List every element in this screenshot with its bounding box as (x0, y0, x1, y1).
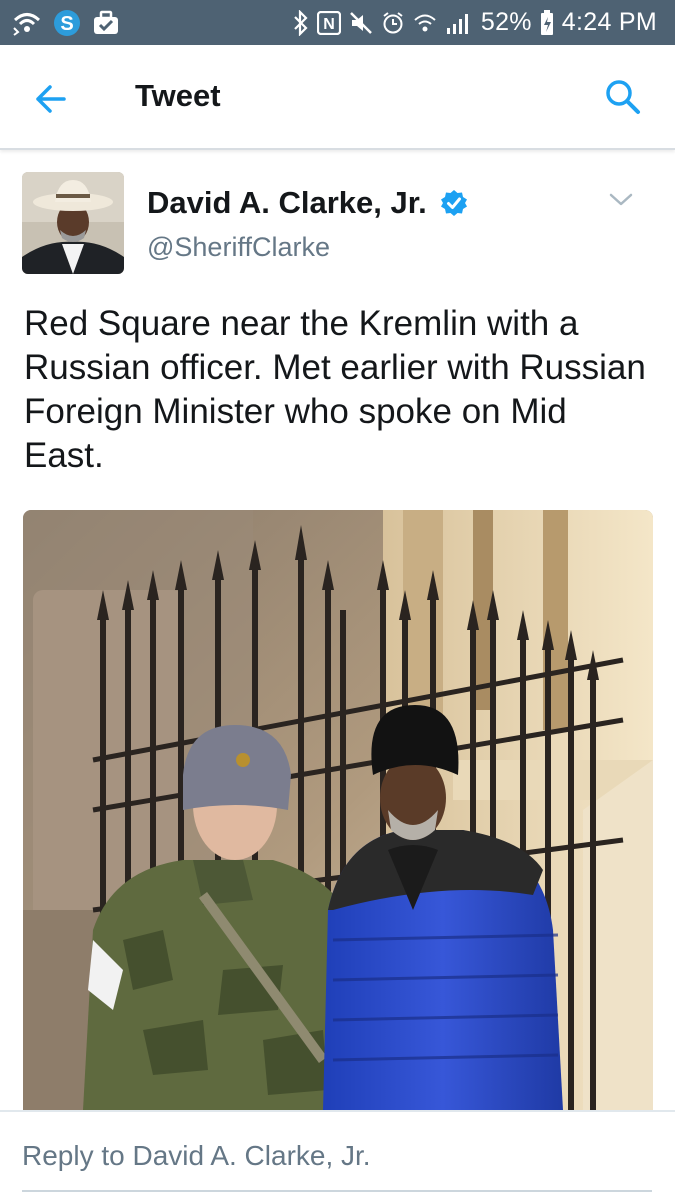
sync-icon: S (52, 8, 82, 38)
status-bar: S N 52% 4:24 PM (0, 0, 675, 45)
svg-text:N: N (323, 16, 335, 33)
arrow-left-icon (36, 85, 66, 113)
avatar-photo (22, 172, 124, 274)
briefcase-icon (92, 10, 120, 36)
back-button[interactable] (30, 79, 70, 119)
signal-icon (445, 11, 473, 35)
svg-text:S: S (60, 13, 73, 35)
avatar[interactable] (22, 172, 124, 274)
reply-bar: Reply to David A. Clarke, Jr. (0, 1110, 675, 1200)
chevron-down-icon (609, 193, 633, 206)
alarm-icon (381, 11, 405, 35)
verified-badge-icon (440, 189, 468, 217)
app-bar: Tweet (0, 45, 675, 150)
battery-percent: 52% (480, 8, 532, 36)
tweet-photo-image (23, 510, 653, 1110)
mute-icon (349, 11, 373, 35)
nfc-icon: N (316, 10, 341, 35)
status-bar-left: S (12, 8, 120, 38)
bluetooth-icon (293, 9, 309, 36)
reply-input[interactable]: Reply to David A. Clarke, Jr. (22, 1140, 652, 1188)
author-name[interactable]: David A. Clarke, Jr. (147, 185, 427, 221)
battery-icon (540, 9, 554, 36)
wifi-icon (413, 11, 437, 35)
tweet-photo[interactable] (23, 510, 653, 1110)
clock-time: 4:24 PM (561, 8, 657, 36)
reply-input-underline (22, 1190, 652, 1192)
search-button[interactable] (603, 77, 643, 117)
wifi-calling-icon (12, 10, 42, 36)
status-bar-right: N 52% 4:24 PM (293, 8, 657, 37)
more-options-button[interactable] (606, 188, 636, 212)
page-title: Tweet (135, 78, 221, 113)
tweet-text: Red Square near the Kremlin with a Russi… (24, 304, 646, 475)
author-handle[interactable]: @SheriffClarke (147, 232, 330, 263)
search-icon (606, 80, 640, 114)
